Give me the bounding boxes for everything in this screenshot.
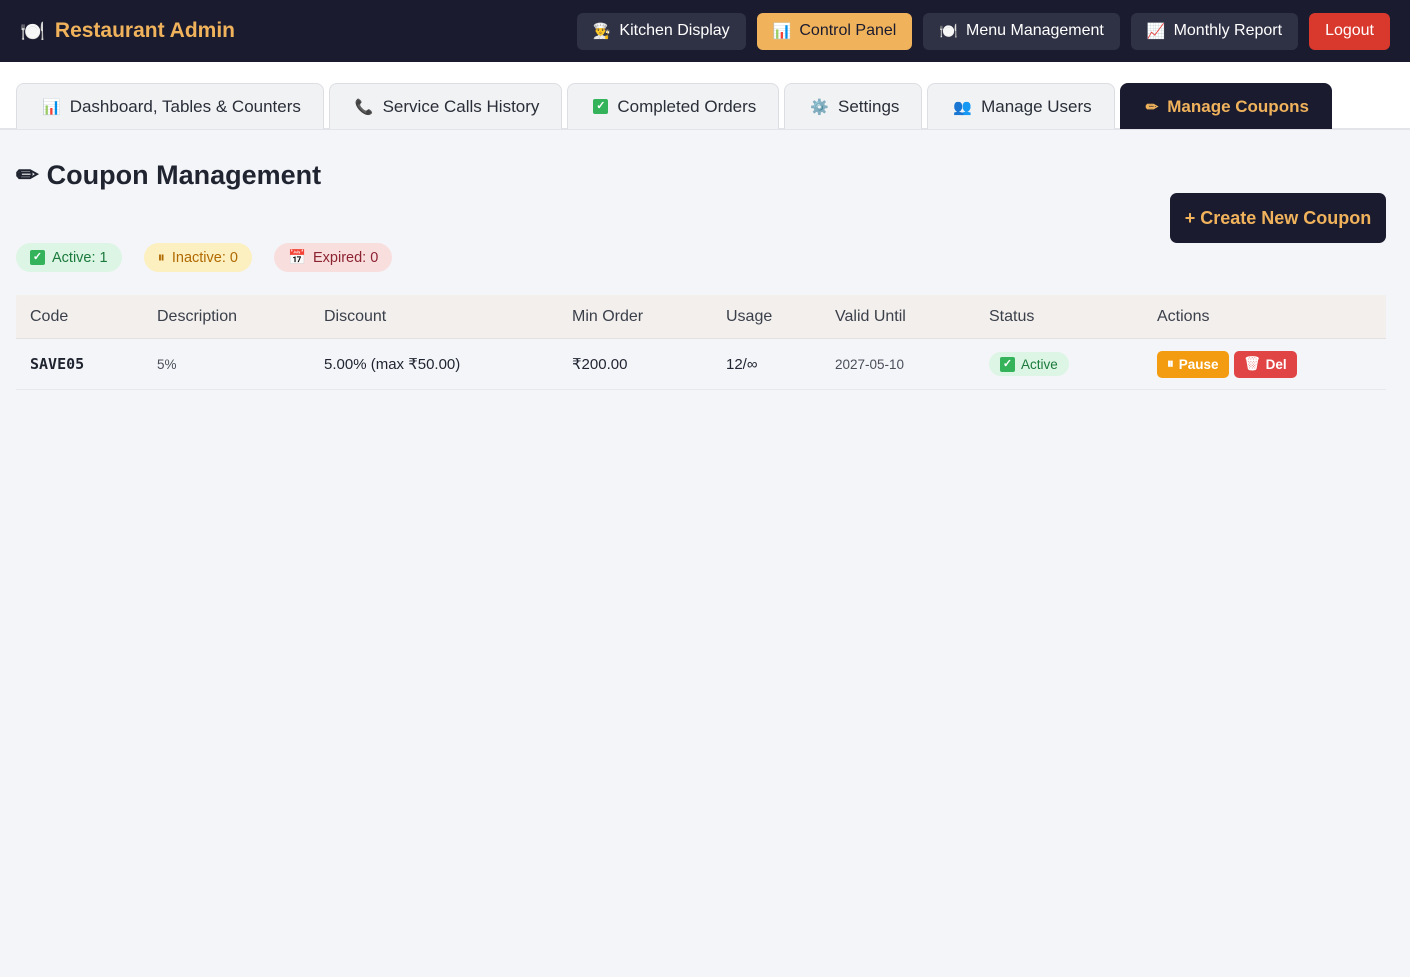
bar-chart-icon: 📊	[42, 98, 61, 116]
delete-coupon-button[interactable]: 🗑 Del	[1233, 350, 1297, 378]
coupon-code: SAVE05	[30, 355, 85, 373]
page-title-text: Coupon Management	[46, 160, 322, 190]
tab-completed-orders[interactable]: ✓ Completed Orders	[567, 83, 780, 129]
logout-button[interactable]: Logout	[1309, 12, 1390, 50]
menu-management-button[interactable]: 🍽️ Menu Management	[923, 12, 1120, 50]
tab-label: Completed Orders	[617, 96, 757, 116]
tab-label: Manage Coupons	[1167, 96, 1309, 116]
monthly-report-label: Monthly Report	[1173, 22, 1283, 39]
kitchen-display-label: Kitchen Display	[619, 22, 730, 39]
top-nav: 👨‍🍳 Kitchen Display 📊 Control Panel 🍽️ M…	[576, 12, 1390, 50]
tab-label: Manage Users	[981, 96, 1092, 116]
row-actions: ⏸ Pause 🗑 Del	[1157, 350, 1386, 378]
inactive-count-text: Inactive: 0	[171, 249, 238, 266]
expired-count-badge: 📅 Expired: 0	[273, 243, 393, 272]
coupon-usage: 12/∞	[726, 355, 758, 373]
pencil-icon: ✏	[1145, 98, 1159, 116]
pause-coupon-button[interactable]: ⏸ Pause	[1157, 350, 1229, 378]
create-coupon-button[interactable]: + Create New Coupon	[1170, 193, 1386, 243]
tab-bar: 📊 Dashboard, Tables & Counters 📞 Service…	[0, 62, 1410, 130]
tab-label: Settings	[837, 96, 900, 116]
coupon-discount: 5.00% (max ₹50.00)	[324, 356, 461, 373]
monthly-report-button[interactable]: 📈 Monthly Report	[1130, 12, 1299, 50]
control-panel-button[interactable]: 📊 Control Panel	[756, 12, 913, 50]
plate-icon: 🍽️	[20, 20, 45, 43]
tab-manage-coupons[interactable]: ✏ Manage Coupons	[1119, 83, 1332, 129]
status-text: Active	[1021, 356, 1058, 372]
column-header: Status	[989, 307, 1035, 325]
pause-label: Pause	[1178, 356, 1219, 372]
tab-settings[interactable]: ⚙️ Settings	[784, 83, 923, 129]
column-header: Valid Until	[835, 307, 906, 325]
gear-icon: ⚙️	[810, 98, 829, 116]
tab-label: Dashboard, Tables & Counters	[69, 96, 301, 116]
plate-icon: 🍽️	[939, 23, 959, 40]
coupon-description: 5%	[157, 356, 177, 372]
trash-icon: 🗑	[1243, 356, 1261, 371]
del-label: Del	[1265, 356, 1287, 372]
kitchen-display-button[interactable]: 👨‍🍳 Kitchen Display	[576, 12, 746, 50]
menu-management-label: Menu Management	[966, 22, 1104, 39]
trend-chart-icon: 📈	[1146, 23, 1166, 40]
brand: 🍽️ Restaurant Admin	[20, 19, 235, 44]
inactive-count-badge: ⏸ Inactive: 0	[143, 243, 252, 272]
pencil-icon: ✏	[16, 160, 39, 190]
pause-icon: ⏸	[157, 249, 165, 266]
active-count-text: Active: 1	[52, 249, 108, 266]
top-bar: 🍽️ Restaurant Admin 👨‍🍳 Kitchen Display …	[0, 0, 1410, 62]
check-icon: ✓	[30, 250, 45, 265]
coupons-table: Code Description Discount Min Order Usag…	[16, 295, 1386, 390]
coupon-valid-until: 2027-05-10	[835, 356, 905, 372]
tab-service-calls[interactable]: 📞 Service Calls History	[328, 83, 563, 129]
column-header: Min Order	[572, 307, 644, 325]
table-header: Code Description Discount Min Order Usag…	[16, 295, 1386, 339]
expired-count-text: Expired: 0	[313, 249, 379, 266]
check-icon: ✓	[1000, 356, 1015, 372]
active-count-badge: ✓ Active: 1	[16, 243, 122, 272]
coupon-actions: ⏸ Pause 🗑 Del	[1143, 350, 1386, 378]
check-icon: ✓	[593, 99, 609, 114]
tab-dashboard[interactable]: 📊 Dashboard, Tables & Counters	[16, 83, 324, 129]
coupon-status: ✓ Active	[975, 352, 1143, 376]
users-icon: 👥	[953, 98, 973, 116]
column-header: Usage	[726, 307, 773, 325]
coupon-stats: ✓ Active: 1 ⏸ Inactive: 0 📅 Expired: 0	[16, 243, 393, 272]
brand-title: Restaurant Admin	[54, 19, 235, 42]
coupon-min-order: ₹200.00	[572, 356, 628, 373]
pause-icon: ⏸	[1167, 356, 1174, 371]
status-badge: ✓ Active	[989, 352, 1069, 376]
table-row: SAVE05 5% 5.00% (max ₹50.00) ₹200.00 12/…	[16, 339, 1386, 390]
bar-chart-icon: 📊	[772, 23, 792, 40]
column-header: Code	[30, 307, 69, 325]
page-title: ✏ Coupon Management	[16, 160, 321, 191]
column-header: Discount	[324, 307, 387, 325]
control-panel-label: Control Panel	[799, 22, 897, 39]
tab-manage-users[interactable]: 👥 Manage Users	[927, 83, 1115, 129]
column-header: Actions	[1157, 307, 1210, 325]
tab-label: Service Calls History	[382, 96, 540, 116]
chef-icon: 👨‍🍳	[592, 23, 612, 40]
calendar-icon: 📅	[287, 250, 307, 266]
column-header: Description	[157, 307, 238, 325]
phone-icon: 📞	[354, 98, 374, 116]
